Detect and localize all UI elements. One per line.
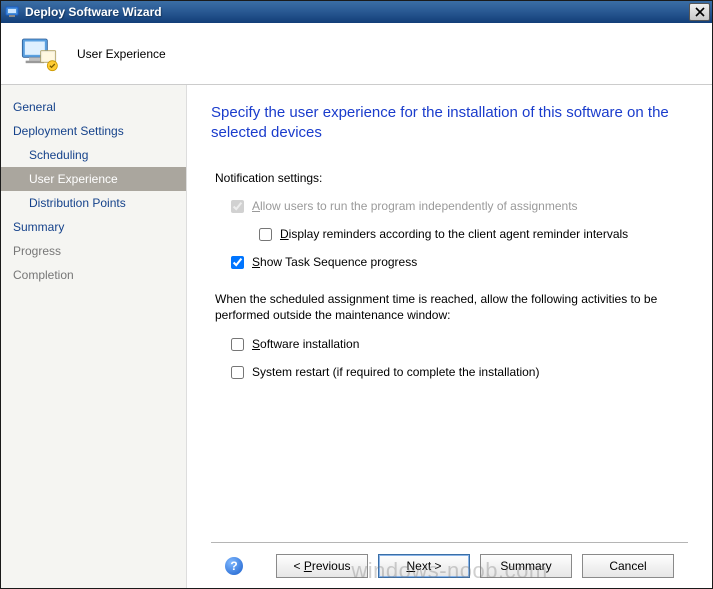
show-ts-progress-checkbox[interactable] [231,256,244,269]
nav-distribution-points[interactable]: Distribution Points [1,191,186,215]
notification-settings-label: Notification settings: [215,171,688,185]
nav-user-experience[interactable]: User Experience [1,167,186,191]
wizard-footer: ? < Previous Next > Summary Cancel [211,542,688,588]
help-icon[interactable]: ? [225,557,243,575]
software-install-row[interactable]: Software installation [211,337,688,351]
display-reminders-row[interactable]: Display reminders according to the clien… [211,227,688,241]
wizard-body: General Deployment Settings Scheduling U… [1,85,712,588]
cancel-button[interactable]: Cancel [582,554,674,578]
app-icon [5,4,21,20]
window-title: Deploy Software Wizard [25,5,689,19]
page-heading: Specify the user experience for the inst… [211,103,688,143]
monitor-icon [19,34,59,74]
system-restart-checkbox[interactable] [231,366,244,379]
nav-completion[interactable]: Completion [1,263,186,287]
nav-scheduling[interactable]: Scheduling [1,143,186,167]
close-button[interactable] [689,3,710,21]
display-reminders-label: Display reminders according to the clien… [280,227,628,241]
allow-users-checkbox [231,200,244,213]
nav-deployment-settings[interactable]: Deployment Settings [1,119,186,143]
system-restart-label: System restart (if required to complete … [252,365,539,379]
maintenance-paragraph: When the scheduled assignment time is re… [215,291,685,323]
show-ts-progress-row[interactable]: Show Task Sequence progress [211,255,688,269]
wizard-window: Deploy Software Wizard User Experience [0,0,713,589]
nav-progress[interactable]: Progress [1,239,186,263]
display-reminders-checkbox[interactable] [259,228,272,241]
wizard-header: User Experience [1,23,712,85]
titlebar: Deploy Software Wizard [1,1,712,23]
software-install-label: Software installation [252,337,359,351]
next-button[interactable]: Next > [378,554,470,578]
nav-general[interactable]: General [1,95,186,119]
nav-summary[interactable]: Summary [1,215,186,239]
software-install-checkbox[interactable] [231,338,244,351]
step-title: User Experience [77,47,166,61]
summary-button[interactable]: Summary [480,554,572,578]
content-pane: Specify the user experience for the inst… [187,85,712,588]
show-ts-progress-label: Show Task Sequence progress [252,255,417,269]
system-restart-row[interactable]: System restart (if required to complete … [211,365,688,379]
sidebar: General Deployment Settings Scheduling U… [1,85,187,588]
previous-button[interactable]: < Previous [276,554,368,578]
allow-users-label: Allow users to run the program independe… [252,199,578,213]
allow-users-row: Allow users to run the program independe… [211,199,688,213]
